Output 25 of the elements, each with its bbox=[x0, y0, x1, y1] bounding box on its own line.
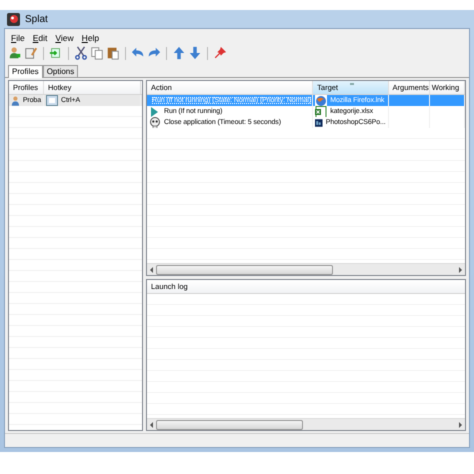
tab[interactable]: Profiles bbox=[8, 65, 43, 78]
edit-icon[interactable] bbox=[24, 46, 38, 60]
up-arrow-icon[interactable] bbox=[172, 46, 186, 60]
horizontal-scrollbar[interactable] bbox=[147, 263, 465, 275]
skull-icon bbox=[149, 117, 161, 128]
tab[interactable]: Options bbox=[42, 65, 78, 77]
keyboard-icon bbox=[46, 95, 58, 106]
menu-item[interactable]: Edit bbox=[30, 32, 50, 42]
person-icon bbox=[11, 95, 20, 106]
copy-icon[interactable] bbox=[90, 46, 104, 60]
import-icon[interactable] bbox=[49, 46, 63, 60]
window-title: Splat bbox=[25, 14, 48, 24]
menu-item[interactable]: View bbox=[53, 32, 76, 42]
pin-icon[interactable] bbox=[213, 46, 227, 60]
globe-icon bbox=[315, 95, 328, 106]
paste-icon[interactable] bbox=[106, 46, 120, 60]
app-logo-icon bbox=[7, 12, 20, 26]
menu-item[interactable]: Help bbox=[80, 32, 102, 42]
user-icon[interactable] bbox=[8, 46, 22, 60]
down-arrow-icon[interactable] bbox=[188, 46, 202, 60]
scissors-icon[interactable] bbox=[74, 46, 88, 60]
image-editor-icon bbox=[315, 117, 323, 128]
horizontal-scrollbar[interactable] bbox=[147, 418, 465, 430]
spreadsheet-icon bbox=[315, 106, 328, 117]
menu-item[interactable]: File bbox=[9, 32, 27, 42]
